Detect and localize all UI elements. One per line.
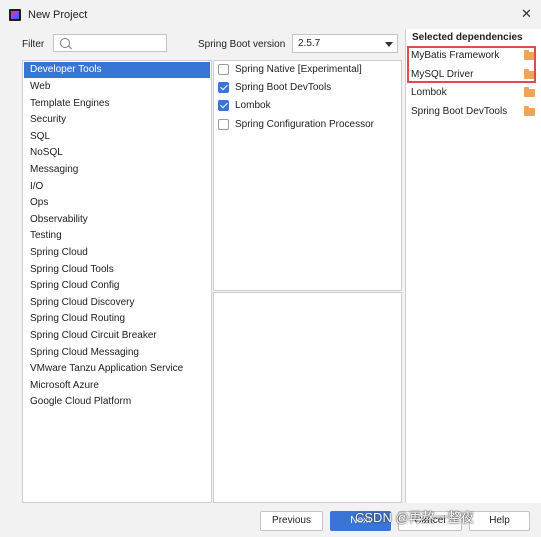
selected-dependency-item[interactable]: Spring Boot DevTools: [411, 105, 536, 119]
selected-dependency-label: Spring Boot DevTools: [411, 106, 508, 117]
dependency-description-panel: [213, 292, 402, 503]
category-item[interactable]: Spring Cloud Messaging: [24, 345, 210, 361]
help-button[interactable]: Help: [469, 511, 530, 531]
dependency-label: Spring Configuration Processor: [235, 119, 374, 130]
checkbox[interactable]: [218, 82, 229, 93]
highlight-box: [407, 46, 536, 83]
watermark: CSDN @再熬一整夜: [355, 510, 474, 525]
dependency-label: Spring Boot DevTools: [235, 82, 332, 93]
category-item[interactable]: Observability: [24, 212, 210, 228]
category-item[interactable]: Spring Cloud Routing: [24, 311, 210, 327]
filter-label: Filter: [22, 39, 45, 50]
filter-search-field[interactable]: [53, 34, 167, 52]
spring-boot-version-select[interactable]: 2.5.7: [292, 34, 398, 53]
category-item[interactable]: Google Cloud Platform: [24, 394, 210, 410]
category-item[interactable]: Messaging: [24, 162, 210, 178]
category-item[interactable]: Ops: [24, 195, 210, 211]
selected-dependencies-panel: Selected dependencies MyBatis Framework …: [405, 29, 541, 503]
category-item[interactable]: NoSQL: [24, 145, 210, 161]
filter-input[interactable]: [74, 37, 162, 49]
dependency-list: Spring Native [Experimental] Spring Boot…: [213, 60, 402, 291]
chevron-down-icon: [385, 42, 393, 47]
selected-dependencies-heading: Selected dependencies: [412, 32, 523, 43]
folder-icon: [524, 87, 535, 97]
checkbox[interactable]: [218, 64, 229, 75]
close-icon[interactable]: ✕: [521, 6, 532, 22]
category-item[interactable]: Developer Tools: [24, 62, 210, 78]
folder-icon: [524, 106, 535, 116]
category-item[interactable]: Microsoft Azure: [24, 378, 210, 394]
spring-boot-version-value: 2.5.7: [298, 38, 321, 49]
category-item[interactable]: VMware Tanzu Application Service: [24, 361, 210, 377]
category-item[interactable]: I/O: [24, 179, 210, 195]
window-title: New Project: [28, 9, 88, 21]
category-item[interactable]: Testing: [24, 228, 210, 244]
dependency-label: Lombok: [235, 100, 271, 111]
category-item[interactable]: Spring Cloud Discovery: [24, 295, 210, 311]
category-item[interactable]: Spring Cloud Circuit Breaker: [24, 328, 210, 344]
title-bar: New Project ✕: [0, 0, 541, 30]
checkbox[interactable]: [218, 100, 229, 111]
previous-button[interactable]: Previous: [260, 511, 323, 531]
category-item[interactable]: Spring Cloud Tools: [24, 262, 210, 278]
checkbox[interactable]: [218, 119, 229, 130]
category-item[interactable]: Spring Cloud Config: [24, 278, 210, 294]
selected-dependency-label: Lombok: [411, 87, 447, 98]
category-item[interactable]: Template Engines: [24, 96, 210, 112]
category-item[interactable]: Security: [24, 112, 210, 128]
category-item[interactable]: SQL: [24, 129, 210, 145]
intellij-logo-icon: [9, 9, 21, 21]
category-list: Developer Tools Web Template Engines Sec…: [22, 60, 212, 503]
spring-boot-version-label: Spring Boot version: [198, 39, 286, 50]
selected-dependency-item[interactable]: Lombok: [411, 86, 536, 100]
category-item[interactable]: Web: [24, 79, 210, 95]
search-icon: [60, 38, 70, 48]
category-item[interactable]: Spring Cloud: [24, 245, 210, 261]
dependency-label: Spring Native [Experimental]: [235, 64, 362, 75]
